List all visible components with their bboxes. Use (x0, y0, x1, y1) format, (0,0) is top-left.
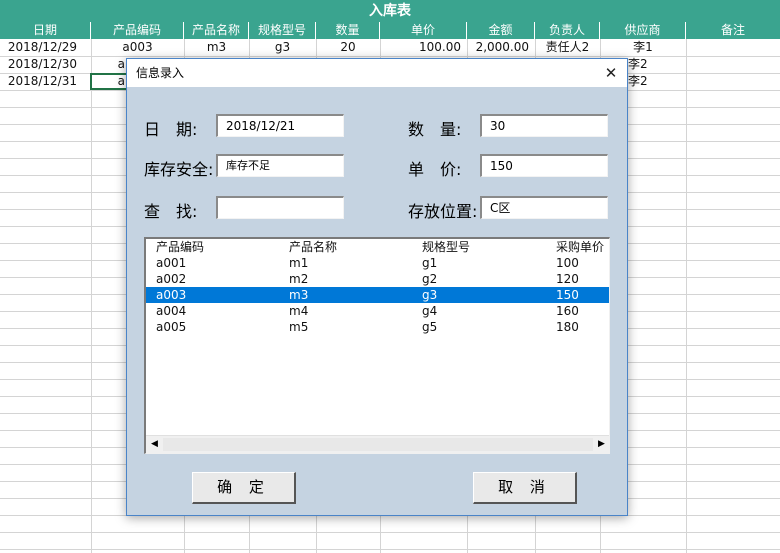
header-notes[interactable]: 备注 (686, 22, 780, 39)
listbox-item-spec: g3 (422, 288, 438, 302)
listbox-item-price: 180 (556, 320, 579, 334)
cell-date[interactable]: 2018/12/29 (0, 39, 91, 56)
label-search: 查 找: (144, 202, 198, 221)
listbox-item-code: a002 (156, 272, 187, 286)
header-date[interactable]: 日期 (0, 22, 91, 39)
listbox-item-code: a005 (156, 320, 187, 334)
listbox-item-name: m5 (289, 320, 309, 334)
scroll-left-icon[interactable]: ◀ (146, 436, 163, 453)
cancel-button[interactable]: 取 消 (473, 472, 577, 504)
listbox-item-code: a004 (156, 304, 187, 318)
listbox-item-name: m2 (289, 272, 309, 286)
ok-button[interactable]: 确 定 (192, 472, 296, 504)
header-owner[interactable]: 负责人 (535, 22, 600, 39)
scrollbar-thumb[interactable] (163, 438, 593, 451)
date-field[interactable]: 2018/12/21 (216, 114, 344, 137)
listbox-item-name: m3 (289, 288, 309, 302)
listbox-item-code: a001 (156, 256, 187, 270)
listbox-item-price: 100 (556, 256, 579, 270)
label-quantity: 数 量: (408, 120, 462, 139)
sheet-title: 入库表 (0, 0, 780, 22)
cell-supplier[interactable]: 李1 (600, 39, 686, 56)
listbox-header-code: 产品编码 (156, 240, 205, 254)
stock-safety-field[interactable]: 库存不足 (216, 154, 344, 177)
active-cell-border (90, 73, 128, 90)
listbox-item-name: m4 (289, 304, 309, 318)
label-storage-location: 存放位置: (408, 202, 478, 221)
listbox-item[interactable]: a005 m5 g5 180 (146, 319, 609, 335)
listbox-header: 产品编码 产品名称 规格型号 采购单价 (146, 239, 609, 255)
header-spec[interactable]: 规格型号 (249, 22, 316, 39)
close-icon[interactable]: ✕ (595, 59, 627, 87)
listbox-item-spec: g1 (422, 256, 438, 270)
grid-line (0, 532, 780, 533)
product-listbox[interactable]: 产品编码 产品名称 规格型号 采购单价 a001 m1 g1 100 a002 m2 g2 1… (144, 237, 610, 454)
horizontal-scrollbar[interactable]: ◀ ▶ (146, 435, 609, 453)
table-row: 2018/12/29 a003 m3 g3 20 100.00 2,000.00… (0, 39, 780, 56)
listbox-item-code: a003 (156, 288, 187, 302)
quantity-field[interactable]: 30 (480, 114, 608, 137)
listbox-item-spec: g2 (422, 272, 438, 286)
cell-spec[interactable]: g3 (249, 39, 316, 56)
grid-line (91, 39, 92, 553)
scroll-right-icon[interactable]: ▶ (593, 436, 609, 453)
cell-amount[interactable]: 2,000.00 (467, 39, 535, 56)
header-price[interactable]: 单价 (380, 22, 467, 39)
label-unit-price: 单 价: (408, 160, 462, 179)
search-input[interactable] (216, 196, 344, 219)
cell-date[interactable]: 2018/12/31 (0, 73, 91, 90)
info-entry-dialog: 信息录入 ✕ 日 期: 2018/12/21 库存安全: 库存不足 查 找: 数… (126, 58, 628, 516)
cell-product-code[interactable]: a (91, 56, 127, 73)
cell-qty[interactable]: 20 (316, 39, 380, 56)
label-date: 日 期: (144, 120, 198, 139)
header-amount[interactable]: 金额 (467, 22, 535, 39)
listbox-item-price: 150 (556, 288, 579, 302)
listbox-item[interactable]: a004 m4 g4 160 (146, 303, 609, 319)
listbox-header-name: 产品名称 (289, 240, 338, 254)
dialog-title: 信息录入 (136, 66, 185, 80)
header-row: 日期 产品编码 产品名称 规格型号 数量 单价 金额 负责人 供应商 备注 (0, 22, 780, 39)
listbox-item-price: 120 (556, 272, 579, 286)
header-supplier[interactable]: 供应商 (600, 22, 686, 39)
dialog-titlebar[interactable]: 信息录入 ✕ (127, 59, 627, 87)
listbox-item-name: m1 (289, 256, 309, 270)
listbox-item[interactable]: a001 m1 g1 100 (146, 255, 609, 271)
listbox-item[interactable]: a002 m2 g2 120 (146, 271, 609, 287)
cell-supplier[interactable]: 李2 (628, 56, 686, 73)
listbox-header-spec: 规格型号 (422, 240, 471, 254)
cell-date[interactable]: 2018/12/30 (0, 56, 91, 73)
header-product-code[interactable]: 产品编码 (91, 22, 184, 39)
storage-location-field[interactable]: C区 (480, 196, 608, 219)
grid-line (0, 549, 780, 550)
listbox-item-spec: g4 (422, 304, 438, 318)
listbox-item[interactable]: a003 m3 g3 150 (146, 287, 609, 303)
grid-line (686, 39, 687, 553)
label-stock-safety: 库存安全: (144, 160, 214, 179)
listbox-item-spec: g5 (422, 320, 438, 334)
listbox-header-price: 采购单价 (556, 240, 605, 254)
unit-price-field[interactable]: 150 (480, 154, 608, 177)
cell-product-name[interactable]: m3 (184, 39, 249, 56)
cell-owner[interactable]: 责任人2 (535, 39, 600, 56)
header-qty[interactable]: 数量 (316, 22, 380, 39)
listbox-item-price: 160 (556, 304, 579, 318)
cell-supplier[interactable]: 李2 (628, 73, 686, 90)
cell-price[interactable]: 100.00 (380, 39, 467, 56)
cell-product-code[interactable]: a003 (91, 39, 184, 56)
header-product-name[interactable]: 产品名称 (184, 22, 249, 39)
